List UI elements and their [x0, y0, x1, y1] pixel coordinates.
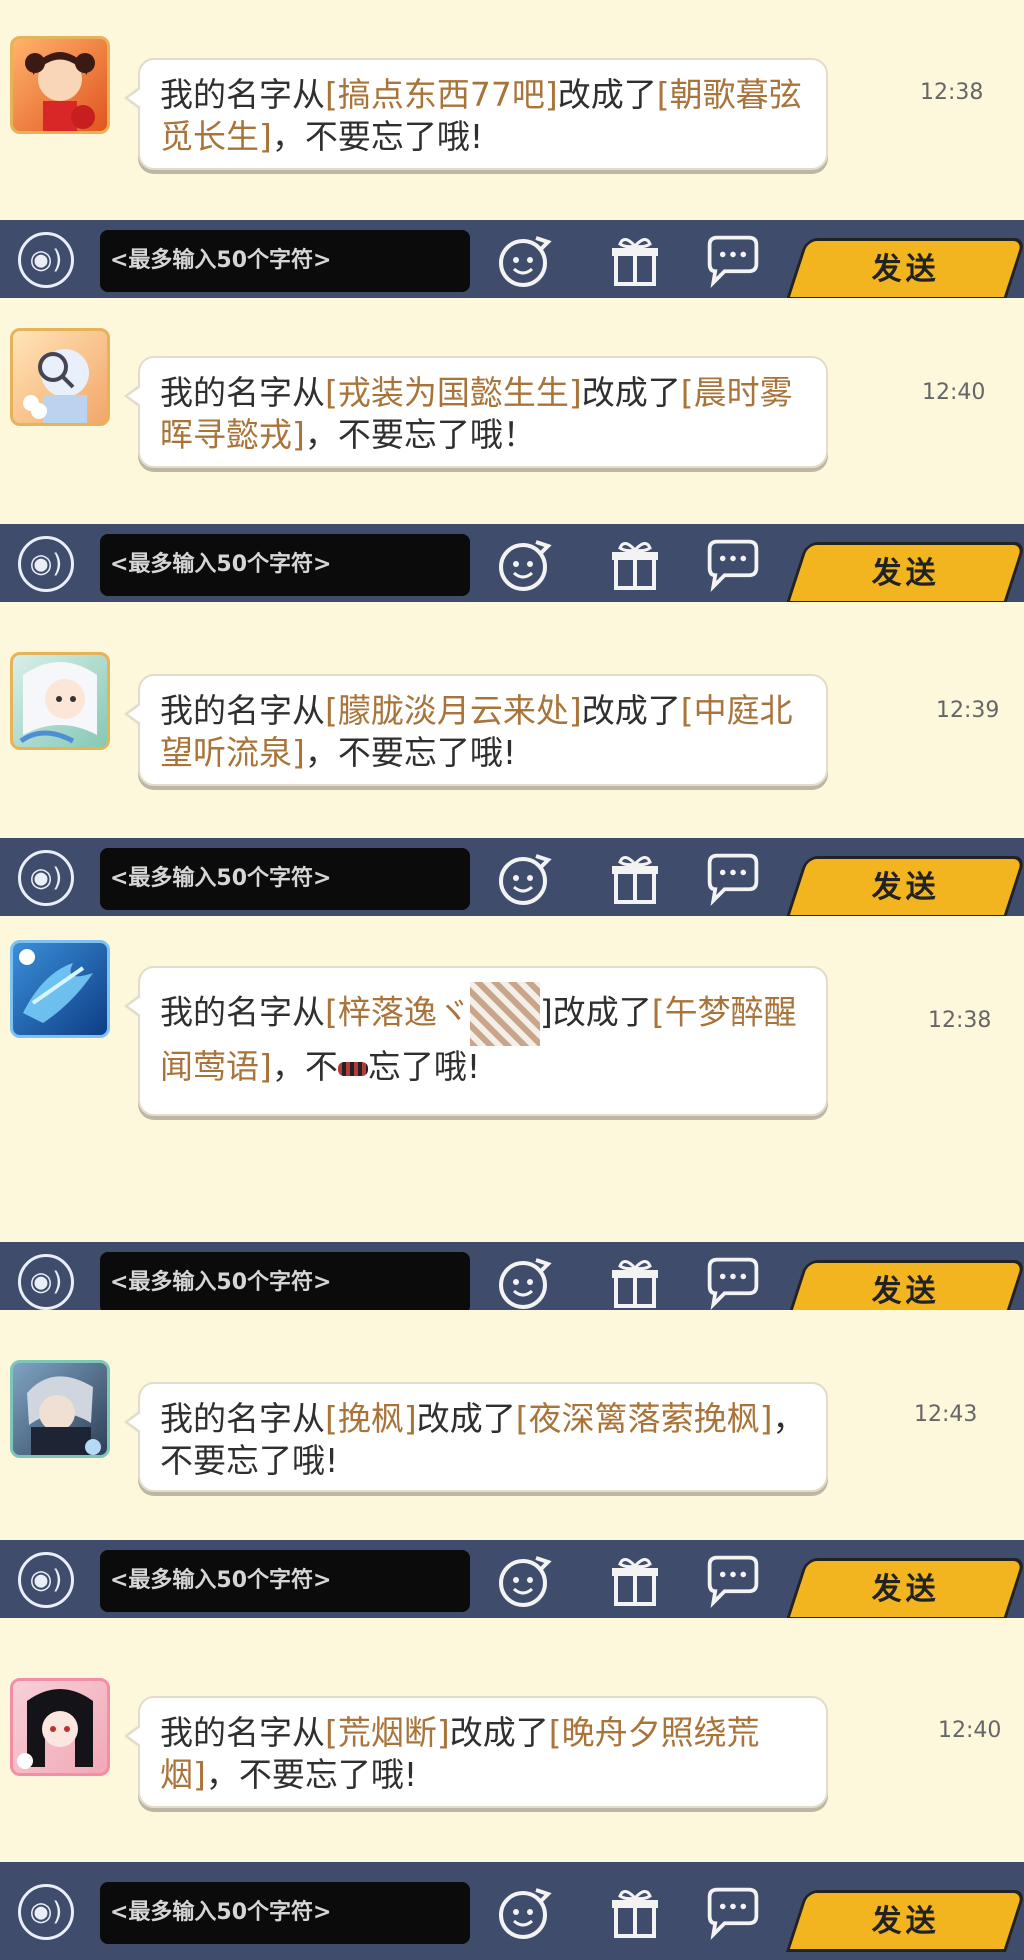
chat-icon[interactable]: [704, 232, 762, 290]
old-name: [挽枫]: [325, 1399, 417, 1438]
avatar[interactable]: [10, 652, 110, 750]
chat-input[interactable]: <最多输入50个字符>: [100, 534, 470, 596]
message-time: 12:38: [920, 80, 984, 105]
chat-panel-4: 我的名字从[梓落逸ヾ]改成了[午梦醉醒闻莺语]，不 忘了哦! 12:38: [0, 916, 1024, 1242]
message-text: 我的名字从: [160, 691, 325, 730]
send-button[interactable]: 发送: [785, 542, 1024, 602]
chat-icon[interactable]: [704, 850, 762, 908]
old-name: [戎装为国懿生生]: [325, 373, 582, 412]
message-text: 我的名字从: [160, 992, 325, 1032]
emoji-icon[interactable]: [496, 1254, 554, 1312]
gift-icon[interactable]: [606, 850, 664, 908]
emoji-icon[interactable]: [496, 232, 554, 290]
message-time: 12:43: [914, 1402, 978, 1427]
chat-input[interactable]: <最多输入50个字符>: [100, 230, 470, 292]
old-name: [搞点东西77吧]: [325, 75, 558, 114]
emoji-icon[interactable]: [496, 536, 554, 594]
input-bar-1: ◉) <最多输入50个字符> 发送: [0, 220, 1024, 298]
message-time: 12:38: [928, 1008, 992, 1033]
chat-panel-2: 我的名字从[戎装为国懿生生]改成了[晨时雾晖寻懿戎]，不要忘了哦！ 12:40: [0, 298, 1024, 524]
message-text: ，不要忘了哦！: [304, 415, 536, 454]
send-button[interactable]: 发送: [785, 1890, 1024, 1952]
gift-icon[interactable]: [606, 536, 664, 594]
chat-input[interactable]: <最多输入50个字符>: [100, 1882, 470, 1944]
message-text: ，不: [271, 1047, 338, 1086]
message-text: 我的名字从: [160, 75, 325, 114]
message-text: 改成了: [581, 373, 681, 412]
chat-input[interactable]: <最多输入50个字符>: [100, 848, 470, 910]
avatar[interactable]: [10, 1678, 110, 1776]
avatar[interactable]: [10, 1360, 110, 1458]
old-name: [梓落逸ヾ: [325, 992, 470, 1032]
chat-panel-3: 我的名字从[朦胧淡月云来处]改成了[中庭北望听流泉]，不要忘了哦! 12:39: [0, 602, 1024, 838]
gift-icon[interactable]: [606, 232, 664, 290]
input-bar-4: ◉) <最多输入50个字符> 发送: [0, 1242, 1024, 1320]
emoji-icon[interactable]: [496, 850, 554, 908]
message-text: ，不要忘了哦!: [304, 733, 517, 772]
voice-icon[interactable]: ◉): [18, 536, 74, 592]
chat-icon[interactable]: [704, 1884, 762, 1942]
chat-panel-5: 我的名字从[挽枫]改成了[夜深篱落萦挽枫]，不要忘了哦! 12:43: [0, 1310, 1024, 1540]
chat-input[interactable]: <最多输入50个字符>: [100, 1252, 470, 1314]
message-text: 改成了: [416, 1399, 516, 1438]
avatar[interactable]: [10, 940, 110, 1038]
emoji-icon[interactable]: [496, 1884, 554, 1942]
message-bubble: 我的名字从[挽枫]改成了[夜深篱落萦挽枫]，不要忘了哦!: [124, 1382, 828, 1492]
input-bar-3: ◉) <最多输入50个字符> 发送: [0, 838, 1024, 916]
input-bar-5: ◉) <最多输入50个字符> 发送: [0, 1540, 1024, 1618]
send-button[interactable]: 发送: [785, 1558, 1024, 1618]
chat-icon[interactable]: [704, 536, 762, 594]
message-time: 12:40: [938, 1718, 1002, 1743]
input-bar-6: ◉) <最多输入50个字符> 发送: [0, 1862, 1024, 1960]
message-text: 忘了哦!: [367, 1047, 481, 1086]
avatar[interactable]: [10, 328, 110, 426]
chat-input[interactable]: <最多输入50个字符>: [100, 1550, 470, 1612]
message-text: ]改成了: [539, 992, 652, 1032]
voice-icon[interactable]: ◉): [18, 1884, 74, 1940]
message-bubble: 我的名字从[荒烟断]改成了[晚舟夕照绕荒烟]，不要忘了哦!: [124, 1696, 828, 1808]
message-text: 我的名字从: [160, 373, 325, 412]
voice-icon[interactable]: ◉): [18, 1552, 74, 1608]
message-text: 改成了: [557, 75, 657, 114]
message-text: ，不要忘了哦!: [271, 117, 484, 156]
old-name: [荒烟断]: [325, 1713, 450, 1752]
send-button[interactable]: 发送: [785, 856, 1024, 916]
message-text: ，不要忘了哦!: [205, 1755, 418, 1794]
gift-icon[interactable]: [606, 1884, 664, 1942]
voice-icon[interactable]: ◉): [18, 1254, 74, 1310]
chat-panel-6: 我的名字从[荒烟断]改成了[晚舟夕照绕荒烟]，不要忘了哦! 12:40: [0, 1618, 1024, 1862]
gift-icon[interactable]: [606, 1254, 664, 1312]
emoji-icon[interactable]: [496, 1552, 554, 1610]
input-bar-2: ◉) <最多输入50个字符> 发送: [0, 524, 1024, 602]
avatar[interactable]: [10, 36, 110, 134]
message-bubble: 我的名字从[朦胧淡月云来处]改成了[中庭北望听流泉]，不要忘了哦!: [124, 674, 828, 786]
message-bubble: 我的名字从[搞点东西77吧]改成了[朝歌暮弦觅长生]，不要忘了哦!: [124, 58, 828, 170]
message-text: 改成了: [581, 691, 681, 730]
mosaic-censor: [337, 1061, 368, 1076]
message-text: 改成了: [449, 1713, 549, 1752]
message-time: 12:39: [936, 698, 1000, 723]
voice-icon[interactable]: ◉): [18, 850, 74, 906]
message-bubble: 我的名字从[戎装为国懿生生]改成了[晨时雾晖寻懿戎]，不要忘了哦！: [124, 356, 828, 468]
chat-icon[interactable]: [704, 1254, 762, 1312]
send-button[interactable]: 发送: [785, 238, 1024, 298]
chat-icon[interactable]: [704, 1552, 762, 1610]
message-text: 我的名字从: [160, 1713, 325, 1752]
new-name: [夜深篱落萦挽枫]: [515, 1399, 773, 1438]
message-text: 我的名字从: [160, 1399, 325, 1438]
voice-icon[interactable]: ◉): [18, 232, 74, 288]
chat-panel-1: 我的名字从[搞点东西77吧]改成了[朝歌暮弦觅长生]，不要忘了哦! 12:38: [0, 0, 1024, 220]
mosaic-censor: [469, 982, 540, 1046]
message-bubble: 我的名字从[梓落逸ヾ]改成了[午梦醉醒闻莺语]，不 忘了哦!: [124, 966, 828, 1116]
gift-icon[interactable]: [606, 1552, 664, 1610]
message-time: 12:40: [922, 380, 986, 405]
old-name: [朦胧淡月云来处]: [325, 691, 582, 730]
